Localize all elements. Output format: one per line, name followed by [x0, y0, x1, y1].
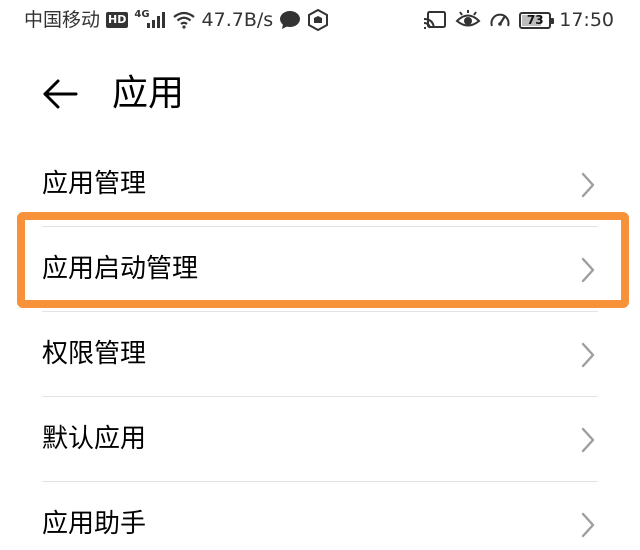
carrier-name: 中国移动 [24, 9, 101, 31]
menu-item-label: 应用启动管理 [42, 254, 199, 284]
menu-item-label: 权限管理 [42, 339, 147, 369]
battery-level: 73 [526, 12, 544, 27]
menu-item-app-assistant[interactable]: 应用助手 [0, 482, 640, 550]
menu-item-app-launch-management[interactable]: 应用启动管理 [0, 227, 640, 312]
menu-item-default-apps[interactable]: 默认应用 [0, 397, 640, 482]
network-type: 4G [134, 8, 150, 20]
page-title: 应用 [112, 73, 185, 114]
menu-item-label: 应用助手 [42, 509, 147, 539]
chat-bubble-icon [279, 10, 301, 30]
chevron-right-icon [581, 342, 595, 368]
shield-app-icon [307, 9, 329, 31]
back-button[interactable] [40, 74, 80, 114]
cast-icon [423, 10, 447, 30]
network-speed: 47.7B/s [201, 9, 274, 31]
eye-comfort-icon [455, 10, 481, 30]
status-bar-right: 73 17:50 [423, 0, 614, 40]
chevron-right-icon [581, 172, 595, 198]
wifi-icon [172, 11, 196, 29]
menu-item-label: 应用管理 [42, 169, 147, 199]
menu-item-permission-management[interactable]: 权限管理 [0, 312, 640, 397]
menu-item-label: 默认应用 [42, 424, 147, 454]
menu-item-app-management[interactable]: 应用管理 [0, 142, 640, 227]
chevron-right-icon [581, 427, 595, 453]
status-bar-left: 中国移动 HD 4G 47.7B/s [24, 0, 329, 40]
settings-menu-list: 应用管理 应用启动管理 权限管理 默认应用 应用助手 [0, 142, 640, 550]
signal-icon: 4G [134, 8, 165, 29]
battery-icon: 73 [519, 11, 555, 29]
clock-time: 17:50 [559, 9, 614, 31]
chevron-right-icon [581, 257, 595, 283]
hd-icon: HD [106, 12, 129, 28]
status-bar: 中国移动 HD 4G 47.7B/s 73 17:50 [0, 0, 640, 40]
settings-screen: 中国移动 HD 4G 47.7B/s 73 17:50 应用 应用管理 应用启动… [0, 0, 640, 550]
speedometer-icon [489, 10, 511, 30]
back-arrow-icon [43, 79, 78, 109]
chevron-right-icon [581, 512, 595, 538]
app-header: 应用 [0, 60, 640, 130]
